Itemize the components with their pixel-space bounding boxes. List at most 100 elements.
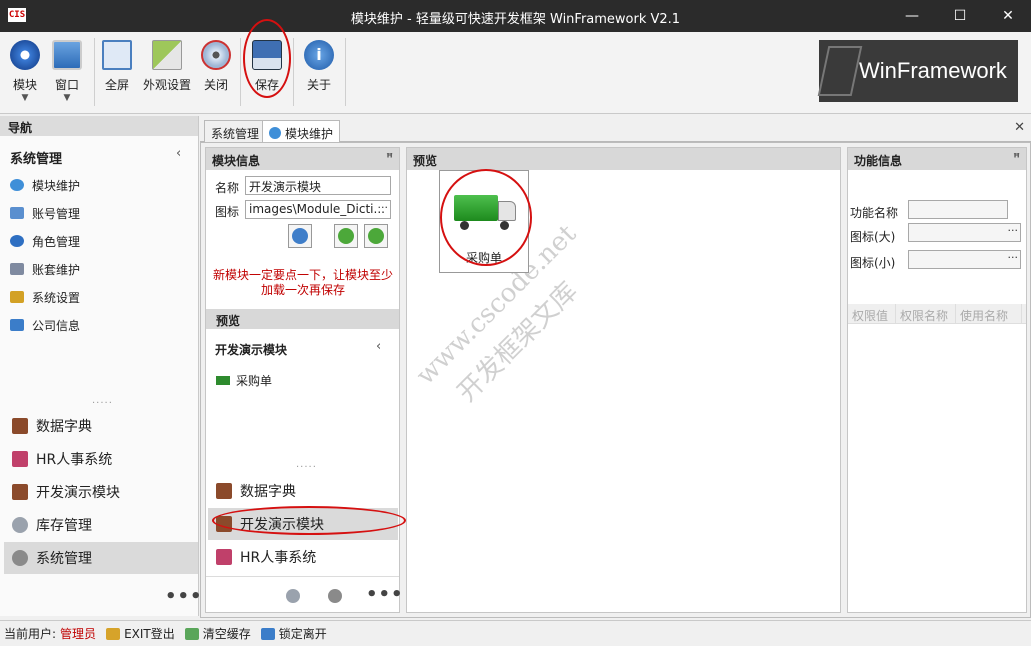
more-icon[interactable]: ••• — [165, 586, 203, 607]
nav-item-system-settings[interactable]: 系统设置 — [10, 287, 80, 307]
window-menu-button[interactable]: 窗口 ▼ — [51, 40, 83, 103]
content-area: 模块信息 ꟸ 名称 开发演示模块 图标 images\Module_Dicti.… — [200, 142, 1031, 618]
icon-large-input[interactable]: ··· — [908, 223, 1021, 242]
ribbon-toolbar: 模块 ▼ 窗口 ▼ 全屏 外观设置 关闭 保存 i 关于 WinFramewor… — [0, 32, 1031, 114]
database-icon — [10, 263, 24, 275]
divider — [206, 576, 399, 577]
column-permission-value[interactable]: 权限值 — [848, 304, 896, 323]
collapse-icon[interactable]: ‹ — [176, 146, 181, 161]
nav-item-company-info[interactable]: 公司信息 — [10, 315, 80, 335]
module-info-header: 模块信息 ꟸ — [206, 148, 399, 170]
nav-item-role-management[interactable]: 角色管理 — [10, 231, 80, 251]
wheel — [500, 221, 509, 230]
gear-icon[interactable] — [328, 589, 342, 603]
window-icon — [52, 40, 82, 70]
nav-group-hr[interactable]: HR人事系统 — [4, 443, 198, 475]
stack-icon — [12, 517, 28, 533]
column-usage-name[interactable]: 使用名称 — [956, 304, 1022, 323]
nav-item-account-set[interactable]: 账套维护 — [10, 259, 80, 279]
icon-small-input[interactable]: ··· — [908, 250, 1021, 269]
window-title: 模块维护 - 轻量级可快速开发框架 WinFramework V2.1 — [350, 12, 681, 27]
purchase-order-tile[interactable]: 采购单 — [439, 170, 529, 273]
clear-cache-button[interactable]: 清空缓存 — [203, 625, 251, 642]
book-icon — [216, 483, 232, 499]
tab-system-management[interactable]: 系统管理 — [204, 120, 267, 142]
browse-icon[interactable]: ··· — [1008, 224, 1019, 237]
refresh-icon — [292, 228, 308, 244]
preview-item-purchase-order[interactable]: 采购单 — [216, 372, 272, 389]
nav-group-system-management[interactable]: 系统管理 — [4, 542, 198, 574]
icon-path-input[interactable]: images\Module_Dicti... ··· — [245, 200, 391, 219]
nav-group-demo-module[interactable]: 开发演示模块 — [4, 476, 198, 508]
nav-group-label: 系统管理 — [36, 551, 92, 567]
close-button[interactable]: ✕ — [985, 0, 1031, 32]
splitter-grip[interactable]: ····· — [296, 462, 317, 473]
pin-icon[interactable]: ꟸ — [1013, 151, 1020, 164]
module-menu-button[interactable]: 模块 ▼ — [9, 40, 41, 103]
brand-logo: WinFramework — [817, 40, 1018, 102]
more-icon[interactable]: ••• — [366, 584, 404, 605]
browse-icon[interactable]: ··· — [378, 201, 389, 214]
preview-group-hr[interactable]: HR人事系统 — [208, 541, 398, 573]
chevron-down-icon: ▼ — [63, 93, 71, 103]
appearance-button[interactable]: 外观设置 — [140, 40, 194, 93]
nav-item-account-management[interactable]: 账号管理 — [10, 203, 80, 223]
function-name-label: 功能名称 — [850, 206, 899, 220]
preview-group-data-dictionary[interactable]: 数据字典 — [208, 475, 398, 507]
collapse-icon[interactable]: ‹ — [376, 339, 381, 354]
browse-icon[interactable]: ··· — [1008, 251, 1019, 264]
current-user-value: 管理员 — [60, 627, 97, 641]
column-permission-name[interactable]: 权限名称 — [896, 304, 956, 323]
nav-group-label: 开发演示模块 — [36, 485, 120, 501]
tab-label: 模块维护 — [285, 127, 334, 141]
move-up-button[interactable] — [334, 224, 358, 248]
nav-group-inventory[interactable]: 库存管理 — [4, 509, 198, 541]
truck-cab — [498, 201, 516, 221]
name-input[interactable]: 开发演示模块 — [245, 176, 391, 195]
hr-icon — [12, 451, 28, 467]
minimize-button[interactable]: — — [889, 0, 935, 32]
ribbon-separator — [345, 38, 346, 106]
lock-button[interactable]: 锁定离开 — [279, 625, 327, 642]
preview-group-label: HR人事系统 — [240, 550, 317, 566]
warning-line-1: 新模块一定要点一下，让模块至少 — [212, 268, 393, 282]
stack-icon[interactable] — [286, 589, 300, 603]
nav-group-data-dictionary[interactable]: 数据字典 — [4, 410, 198, 442]
tab-module-maintenance[interactable]: 模块维护 — [262, 120, 341, 142]
preview-group-label: 开发演示模块 — [240, 517, 324, 533]
warning-line-2: 加载一次再保存 — [260, 283, 345, 297]
chevron-down-icon: ▼ — [21, 93, 29, 103]
fullscreen-button[interactable]: 全屏 — [101, 40, 133, 93]
splitter-grip[interactable]: ····· — [92, 398, 113, 409]
logout-button[interactable]: EXIT登出 — [124, 625, 175, 642]
preview-group-demo-module[interactable]: 开发演示模块 — [208, 508, 398, 540]
pin-icon[interactable]: ꟸ — [386, 151, 393, 164]
about-button[interactable]: i 关于 — [303, 40, 335, 93]
arrow-up-icon — [338, 228, 354, 244]
company-icon — [10, 319, 24, 331]
save-button[interactable]: 保存 — [251, 40, 283, 93]
exit-icon — [106, 627, 121, 640]
ribbon-separator — [94, 38, 95, 106]
preview-item-label: 采购单 — [236, 374, 273, 388]
function-name-input[interactable] — [908, 200, 1008, 219]
appearance-icon — [152, 40, 182, 70]
module-info-pane: 模块信息 ꟸ 名称 开发演示模块 图标 images\Module_Dicti.… — [205, 147, 403, 613]
icon-path-value: images\Module_Dicti... — [249, 202, 385, 216]
preview-subheader: 预览 — [206, 309, 399, 329]
module-menu-label: 模块 — [12, 78, 37, 92]
fullscreen-label: 全屏 — [104, 78, 129, 92]
navigation-panel: 导航 系统管理 ‹ 模块维护 账号管理 角色管理 账套维护 系统设置 公司信息 … — [0, 116, 202, 616]
icon-small-label: 图标(小) — [850, 256, 896, 270]
gear-icon — [12, 550, 28, 566]
truck-icon — [454, 195, 498, 221]
nav-item-module-maintenance[interactable]: 模块维护 — [10, 175, 80, 195]
close-tab-icon[interactable]: ✕ — [1014, 120, 1025, 135]
nav-item-label: 模块维护 — [32, 178, 81, 193]
refresh-button[interactable] — [288, 224, 312, 248]
maximize-button[interactable]: ☐ — [937, 0, 983, 32]
book-icon — [216, 516, 232, 532]
nav-item-label: 账套维护 — [32, 262, 81, 277]
move-down-button[interactable] — [364, 224, 388, 248]
close-view-button[interactable]: 关闭 — [200, 40, 232, 93]
